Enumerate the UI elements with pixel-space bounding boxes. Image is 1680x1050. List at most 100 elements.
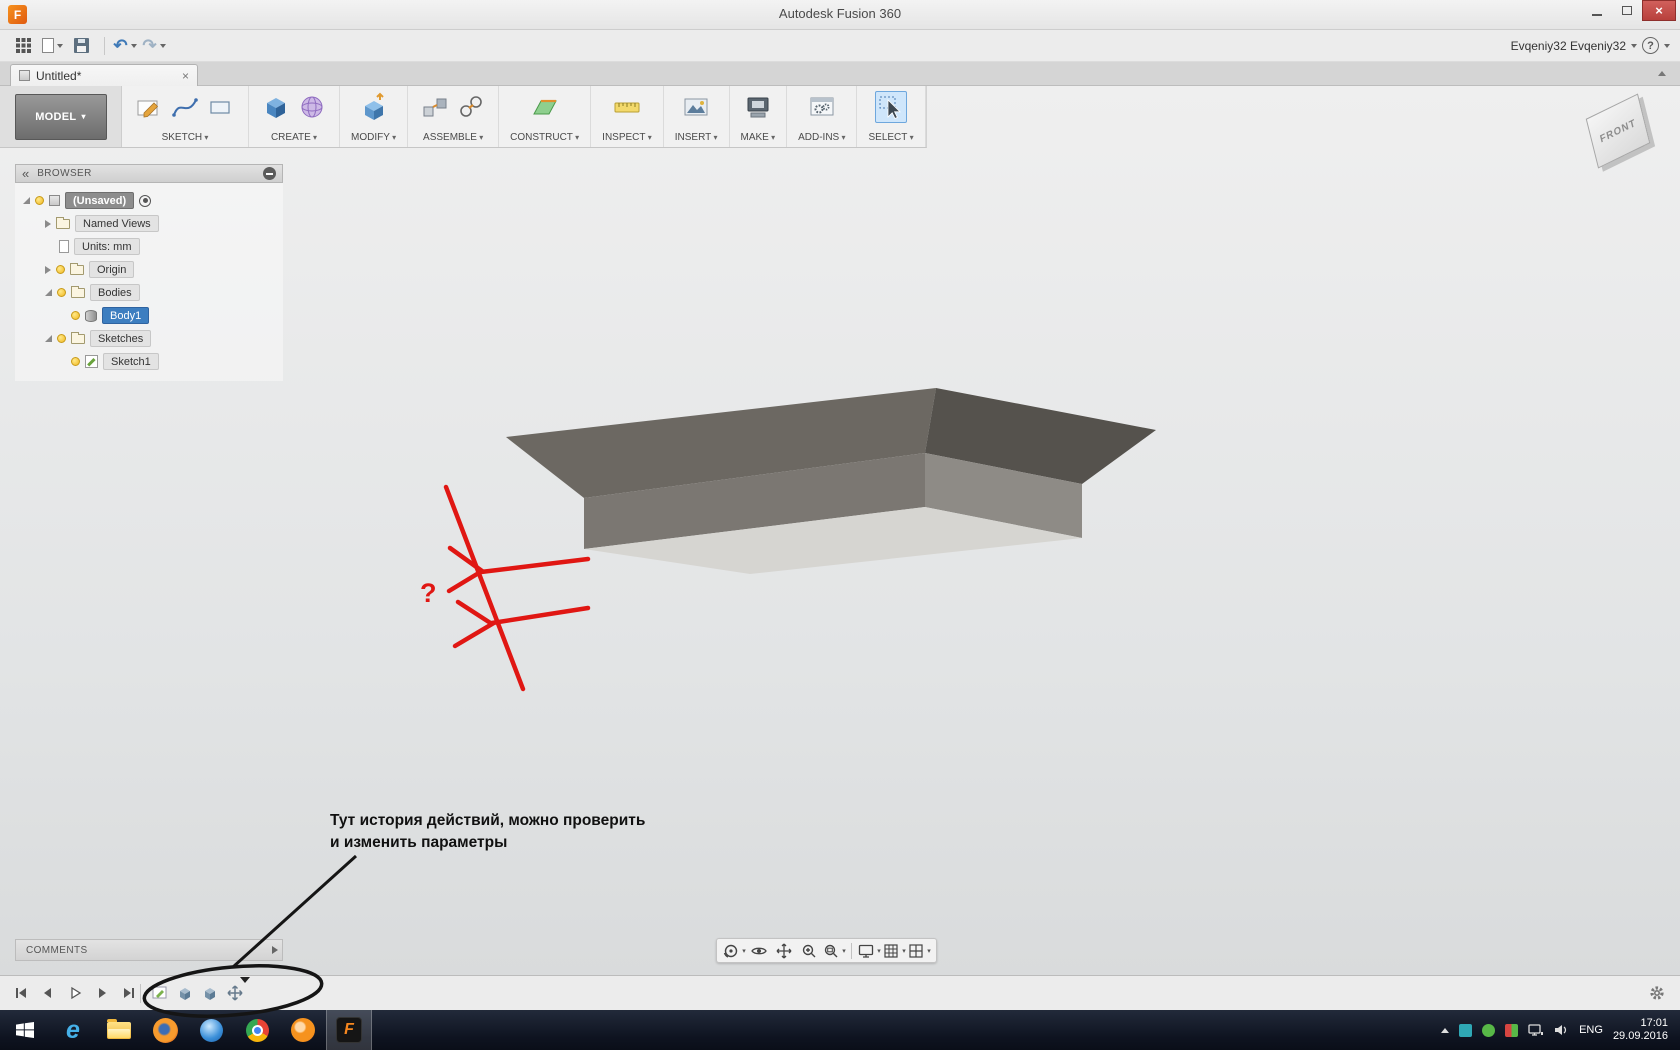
tree-row-bodies[interactable]: Bodies	[15, 281, 283, 304]
sketches-label[interactable]: Sketches	[90, 330, 152, 347]
comments-expand-icon[interactable]	[272, 946, 278, 954]
user-account-button[interactable]: Evqeniy32 Evqeniy32	[1511, 39, 1626, 53]
start-button[interactable]	[0, 1010, 50, 1050]
orbit-button[interactable]	[722, 940, 746, 961]
ribbon-group-create-label[interactable]: CREATE	[271, 132, 317, 143]
visibility-bulb-icon[interactable]	[71, 357, 80, 366]
tray-clock[interactable]: 17:01 29.09.2016	[1613, 1017, 1668, 1043]
viewports-button[interactable]	[907, 940, 931, 961]
look-at-button[interactable]	[747, 940, 771, 961]
expander-open-icon[interactable]	[45, 289, 52, 296]
timeline-position-marker[interactable]	[240, 977, 250, 983]
collapse-toolbar-chevron-icon[interactable]	[1658, 71, 1666, 76]
network-tray-icon[interactable]	[1528, 1023, 1544, 1037]
undo-button[interactable]	[112, 33, 138, 59]
visibility-bulb-icon[interactable]	[35, 196, 44, 205]
tab-untitled[interactable]: Untitled*	[10, 64, 198, 86]
tree-row-units[interactable]: Units: mm	[15, 235, 283, 258]
viewcube[interactable]: FRONT	[1578, 92, 1664, 178]
visibility-bulb-icon[interactable]	[57, 288, 66, 297]
expander-open-icon[interactable]	[45, 335, 52, 342]
step-forward-button[interactable]	[91, 982, 113, 1004]
pan-button[interactable]	[772, 940, 796, 961]
display-settings-button[interactable]	[857, 940, 881, 961]
viewport-canvas[interactable]: MODEL SKETCH CREATE	[0, 86, 1680, 975]
tree-row-sketch1[interactable]: Sketch1	[15, 350, 283, 373]
tree-row-sketches[interactable]: Sketches	[15, 327, 283, 350]
insert-image-icon[interactable]	[680, 91, 712, 123]
volume-tray-icon[interactable]	[1554, 1023, 1569, 1037]
go-to-start-button[interactable]	[10, 982, 32, 1004]
firefox-taskbar-icon[interactable]	[142, 1010, 188, 1050]
box-primitive-icon[interactable]	[260, 91, 292, 123]
zoom-window-button[interactable]	[822, 940, 846, 961]
timeline-extrude-feature-1[interactable]	[175, 983, 195, 1003]
step-back-button[interactable]	[37, 982, 59, 1004]
tree-row-named-views[interactable]: Named Views	[15, 212, 283, 235]
language-indicator[interactable]: ENG	[1579, 1024, 1603, 1036]
select-tool-icon[interactable]	[875, 91, 908, 123]
workspace-switcher-button[interactable]: MODEL	[14, 93, 107, 140]
fusion360-taskbar-icon[interactable]	[326, 1010, 372, 1050]
rectangle-tool-icon[interactable]	[205, 91, 237, 123]
tree-row-origin[interactable]: Origin	[15, 258, 283, 281]
body1-label[interactable]: Body1	[102, 307, 150, 324]
bodies-label[interactable]: Bodies	[90, 284, 140, 301]
ribbon-group-insert-label[interactable]: INSERT	[675, 132, 718, 143]
form-sphere-icon[interactable]	[296, 91, 328, 123]
joint-icon[interactable]	[455, 91, 487, 123]
tab-close-icon[interactable]	[182, 69, 189, 83]
tree-row-body1[interactable]: Body1	[15, 304, 283, 327]
timeline-sketch-feature[interactable]	[150, 983, 170, 1003]
ribbon-group-assemble-label[interactable]: ASSEMBLE	[423, 132, 483, 143]
sketch1-label[interactable]: Sketch1	[103, 353, 159, 370]
construction-plane-icon[interactable]	[529, 91, 561, 123]
tray-icon-1[interactable]	[1459, 1023, 1473, 1037]
help-button[interactable]	[1642, 37, 1659, 54]
grid-display-button[interactable]	[882, 940, 906, 961]
ribbon-group-select-label[interactable]: SELECT	[868, 132, 913, 143]
new-component-icon[interactable]	[419, 91, 451, 123]
display-mode-icon[interactable]	[263, 167, 276, 180]
file-menu-button[interactable]	[39, 33, 65, 59]
activate-target-icon[interactable]	[139, 194, 152, 207]
zoom-button[interactable]	[797, 940, 821, 961]
expander-open-icon[interactable]	[23, 197, 30, 204]
go-to-end-button[interactable]	[118, 982, 140, 1004]
ribbon-group-addins-label[interactable]: ADD-INS	[798, 132, 845, 143]
hidden-icons-chevron-icon[interactable]	[1441, 1027, 1450, 1033]
comments-bar[interactable]: COMMENTS	[15, 939, 283, 961]
tray-icon-3[interactable]	[1505, 1023, 1519, 1037]
ribbon-group-make-label[interactable]: MAKE	[741, 132, 776, 143]
expander-closed-icon[interactable]	[45, 219, 51, 228]
explorer-taskbar-icon[interactable]	[96, 1010, 142, 1050]
named-views-label[interactable]: Named Views	[75, 215, 159, 232]
minimize-button[interactable]	[1582, 0, 1612, 21]
units-label[interactable]: Units: mm	[74, 238, 140, 255]
timeline-move-feature[interactable]	[225, 983, 245, 1003]
tree-row-document[interactable]: (Unsaved)	[15, 189, 283, 212]
ribbon-group-construct-label[interactable]: CONSTRUCT	[510, 132, 579, 143]
timeline-extrude-feature-2[interactable]	[200, 983, 220, 1003]
save-button[interactable]	[68, 33, 94, 59]
close-button[interactable]	[1642, 0, 1676, 21]
viewcube-front-face[interactable]: FRONT	[1585, 93, 1651, 169]
redo-button[interactable]	[141, 33, 167, 59]
visibility-bulb-icon[interactable]	[57, 334, 66, 343]
browser-header[interactable]: BROWSER	[15, 164, 283, 183]
create-sketch-icon[interactable]	[133, 91, 165, 123]
maximize-button[interactable]	[1612, 0, 1642, 21]
ribbon-group-inspect-label[interactable]: INSPECT	[602, 132, 652, 143]
media-taskbar-icon[interactable]	[188, 1010, 234, 1050]
ribbon-group-modify-label[interactable]: MODIFY	[351, 132, 396, 143]
document-label[interactable]: (Unsaved)	[65, 192, 135, 209]
tray-icon-2[interactable]	[1482, 1023, 1496, 1037]
chrome-taskbar-icon[interactable]	[234, 1010, 280, 1050]
visibility-bulb-icon[interactable]	[56, 265, 65, 274]
play-button[interactable]	[64, 982, 86, 1004]
press-pull-icon[interactable]	[358, 91, 390, 123]
expander-closed-icon[interactable]	[45, 265, 51, 274]
app-grid-button[interactable]	[10, 33, 36, 59]
measure-icon[interactable]	[611, 91, 643, 123]
make-3dprint-icon[interactable]	[742, 91, 774, 123]
